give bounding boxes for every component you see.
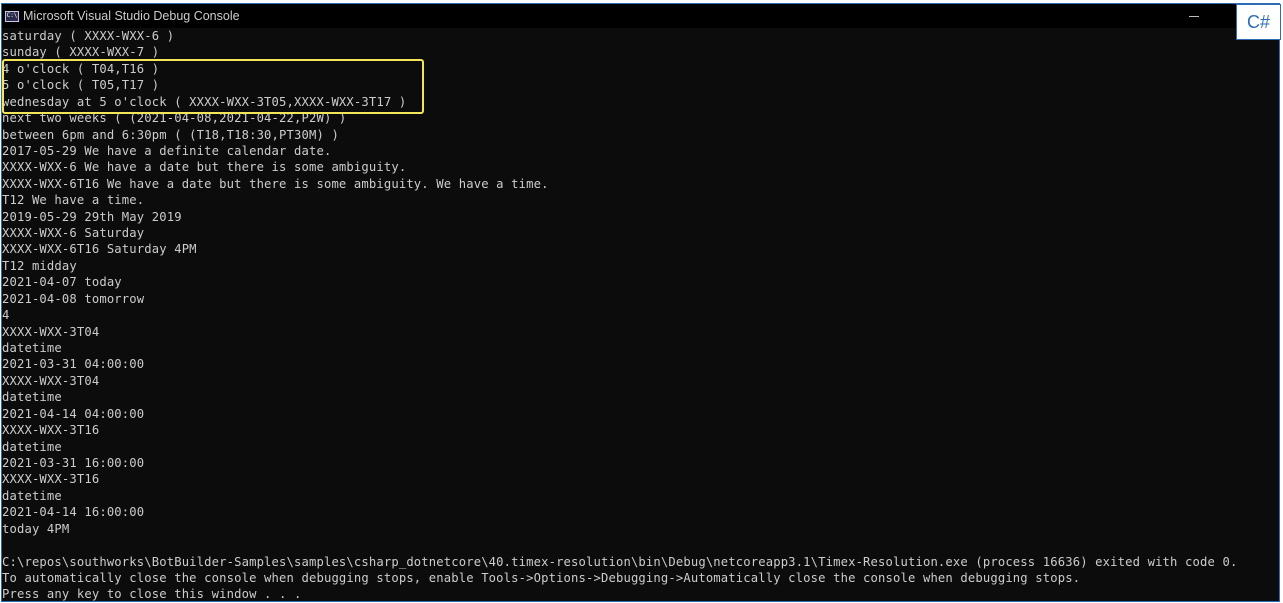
console-line: datetime bbox=[2, 390, 62, 405]
console-line: sunday ( XXXX-WXX-7 ) bbox=[2, 45, 160, 60]
console-line: 2019-05-29 29th May 2019 bbox=[2, 209, 182, 224]
console-line: 4 o'clock ( T04,T16 ) bbox=[2, 61, 160, 76]
console-line: XXXX-WXX-6 We have a date but there is s… bbox=[2, 160, 407, 175]
console-line: XXXX-WXX-3T04 bbox=[2, 324, 100, 339]
console-line: XXXX-WXX-6T16 Saturday 4PM bbox=[2, 242, 197, 257]
console-line: next two weeks ( (2021-04-08,2021-04-22,… bbox=[2, 111, 347, 126]
console-line: 2021-03-31 16:00:00 bbox=[2, 455, 145, 470]
console-line: C:\repos\southworks\BotBuilder-Samples\s… bbox=[2, 554, 1238, 569]
console-line: XXXX-WXX-3T16 bbox=[2, 472, 100, 487]
console-line: 2021-04-14 16:00:00 bbox=[2, 505, 145, 520]
console-line: XXXX-WXX-3T04 bbox=[2, 373, 100, 388]
console-line: between 6pm and 6:30pm ( (T18,T18:30,PT3… bbox=[2, 127, 339, 142]
console-line: datetime bbox=[2, 439, 62, 454]
console-app-icon: C:\ bbox=[5, 10, 19, 22]
console-line: 2017-05-29 We have a definite calendar d… bbox=[2, 143, 332, 158]
console-line: 5 o'clock ( T05,T17 ) bbox=[2, 78, 160, 93]
console-line: wednesday at 5 o'clock ( XXXX-WXX-3T05,X… bbox=[2, 94, 407, 109]
console-line: 2021-03-31 04:00:00 bbox=[2, 357, 145, 372]
console-line: 2021-04-07 today bbox=[2, 275, 122, 290]
console-line: XXXX-WXX-6 Saturday bbox=[2, 226, 145, 241]
debug-console-window: C:\ Microsoft Visual Studio Debug Consol… bbox=[1, 3, 1280, 602]
console-line: XXXX-WXX-6T16 We have a date but there i… bbox=[2, 176, 549, 191]
window-title: Microsoft Visual Studio Debug Console bbox=[23, 9, 240, 23]
console-line: saturday ( XXXX-WXX-6 ) bbox=[2, 29, 175, 43]
console-line: To automatically close the console when … bbox=[2, 570, 1081, 585]
console-line: T12 We have a time. bbox=[2, 193, 145, 208]
console-output[interactable]: saturday ( XXXX-WXX-6 ) sunday ( XXXX-WXX… bbox=[2, 28, 1279, 601]
console-line: today 4PM bbox=[2, 521, 70, 536]
console-line: Press any key to close this window . . . bbox=[2, 587, 302, 602]
minimize-button[interactable] bbox=[1179, 4, 1209, 28]
minimize-icon bbox=[1189, 15, 1199, 17]
console-line: 4 bbox=[2, 308, 10, 323]
console-app-icon-text: C:\ bbox=[6, 12, 18, 19]
console-line: 2021-04-08 tomorrow bbox=[2, 291, 145, 306]
console-line: T12 midday bbox=[2, 258, 77, 273]
title-bar[interactable]: C:\ Microsoft Visual Studio Debug Consol… bbox=[2, 4, 1279, 28]
language-badge: C# bbox=[1236, 4, 1281, 40]
console-line: 2021-04-14 04:00:00 bbox=[2, 406, 145, 421]
console-line: datetime bbox=[2, 488, 62, 503]
console-line: XXXX-WXX-3T16 bbox=[2, 423, 100, 438]
console-line: datetime bbox=[2, 341, 62, 356]
